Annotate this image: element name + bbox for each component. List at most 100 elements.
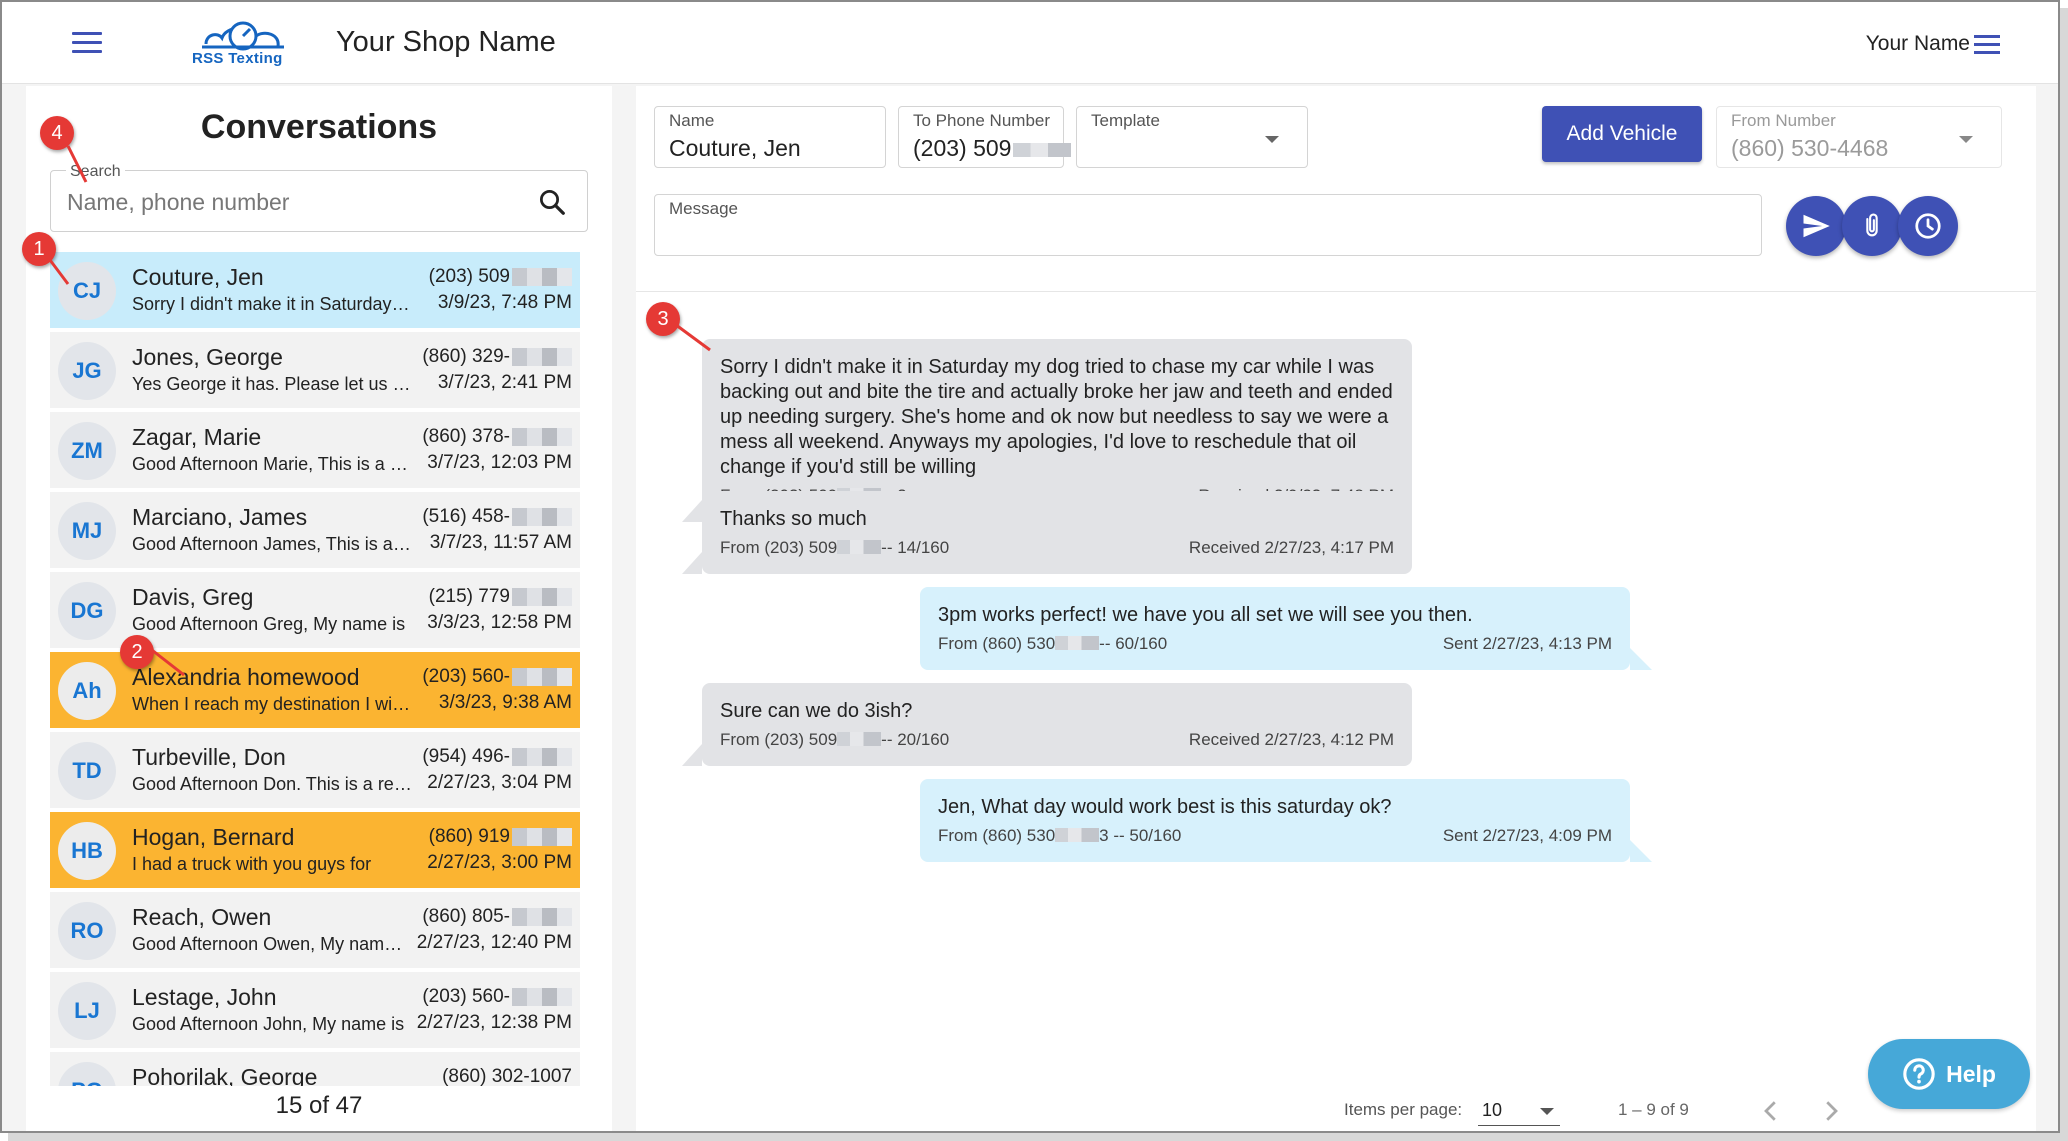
callout-pointer-icon	[147, 645, 185, 677]
main-menu-icon[interactable]	[72, 32, 102, 56]
search-field[interactable]	[50, 170, 588, 232]
logo-text: RSS Texting	[192, 50, 283, 67]
conversation-item[interactable]: CJ Couture, Jen Sorry I didn't make it in …	[50, 252, 580, 328]
message-from: From (860) 530 -- 60/160	[938, 634, 1167, 654]
message-preview: Good Afternoon Don. This is a reminder	[132, 774, 412, 794]
message-from: From (860) 530 3 -- 50/160	[938, 826, 1181, 846]
to-phone-number: (203) 509	[913, 135, 1012, 161]
bubble-tail	[1630, 648, 1652, 670]
conversation-item[interactable]: RO Reach, Owen Good Afternoon Owen, My nam…	[50, 892, 580, 968]
message-preview: When I reach my destination I will call	[132, 694, 412, 714]
contact-phone: (516) 458-	[422, 506, 510, 527]
shop-name: Your Shop Name	[336, 26, 556, 58]
avatar: HB	[58, 822, 116, 880]
user-menu-icon[interactable]	[1974, 35, 2000, 55]
message-text: Jen, What day would work best is this sa…	[938, 796, 1392, 818]
conversations-panel: Conversations Search CJCouture, JenSorry…	[26, 86, 612, 1131]
callout-pointer-icon	[48, 259, 70, 285]
message-status: Received 2/27/23, 4:17 PM	[1188, 538, 1394, 557]
message-label: Message	[669, 199, 738, 218]
redacted-digits	[512, 508, 572, 526]
contact-phone: (860) 302-1007	[442, 1066, 572, 1086]
avatar: MJ	[58, 502, 116, 560]
message-from: From (203) 509 -- 20/160	[720, 730, 949, 750]
conversation-count-current: 15	[275, 1092, 303, 1119]
avatar: ZM	[58, 422, 116, 480]
contact-name: Turbeville, Don	[132, 744, 286, 770]
next-page-icon[interactable]	[1816, 1094, 1846, 1128]
contact-phone: (860) 919	[428, 826, 510, 847]
conversation-count-total: 47	[335, 1092, 363, 1119]
message-preview: I had a truck with you guys for	[132, 854, 372, 874]
top-bar: RSS Texting Your Shop Name Your Name	[2, 2, 2058, 84]
attach-button[interactable]	[1842, 196, 1902, 256]
message-preview: Yes George it has. Please let us know	[132, 374, 412, 394]
send-button[interactable]	[1786, 196, 1846, 256]
from-number-select[interactable]: From Number (860) 530-4468	[1716, 106, 2002, 168]
from-number-dropdown-icon[interactable]	[1959, 136, 1973, 143]
app-window: RSS Texting Your Shop Name Your Name Con…	[0, 0, 2060, 1133]
last-message-date: 3/7/23, 12:03 PM	[427, 452, 572, 473]
page-range: 1 – 9 of 9	[1618, 1100, 1689, 1119]
items-per-page-dropdown-icon	[1540, 1108, 1554, 1115]
contact-phone: (860) 378-	[422, 426, 510, 447]
message-panel: Name Couture, Jen To Phone Number (203) …	[636, 86, 2036, 1131]
to-phone-value: (203) 509	[913, 135, 1072, 162]
search-icon[interactable]	[537, 187, 567, 217]
to-phone-label: To Phone Number	[913, 111, 1051, 130]
from-number-label: From Number	[1731, 111, 1836, 130]
template-dropdown-icon[interactable]	[1265, 136, 1279, 143]
redacted-digits	[512, 668, 572, 686]
name-label: Name	[669, 111, 715, 130]
redacted-digits	[837, 540, 882, 554]
to-phone-field[interactable]: To Phone Number (203) 509	[898, 106, 1072, 168]
avatar: Ah	[58, 662, 116, 720]
message-preview: Good Afternoon Greg, My name is	[132, 614, 406, 634]
user-name[interactable]: Your Name	[1866, 32, 1970, 56]
last-message-date: 2/27/23, 12:38 PM	[416, 1012, 572, 1033]
conversation-item[interactable]: HB Hogan, Bernard I had a truck with you g…	[50, 812, 580, 888]
message-field[interactable]: Message	[654, 194, 1762, 256]
message-from: From (203) 509 -- 14/160	[720, 538, 949, 558]
message-preview: Good Afternoon James, This is a reminder	[132, 534, 412, 554]
conversation-item[interactable]: JG Jones, George Yes George it has. Please…	[50, 332, 580, 408]
callout-4: 4	[40, 116, 88, 183]
received-message: Sure can we do 3ish? From (203) 509 -- 20/…	[682, 683, 1412, 766]
help-label: Help	[1946, 1060, 1996, 1087]
message-length: -- 20/160	[881, 730, 950, 749]
bubble-tail	[682, 552, 702, 574]
help-icon	[1903, 1058, 1935, 1090]
paperclip-icon	[1866, 213, 1878, 237]
contact-name: Couture, Jen	[132, 264, 264, 290]
search-input[interactable]	[67, 185, 507, 219]
contact-phone: (860) 329-	[422, 346, 510, 367]
avatar: JG	[58, 342, 116, 400]
message-length: -- 60/160	[1099, 634, 1168, 653]
contact-phone: (203) 560-	[422, 986, 510, 1007]
help-button[interactable]: Help	[1868, 1039, 2030, 1109]
last-message-date: 2/27/23, 3:00 PM	[427, 852, 572, 873]
conversation-item[interactable]: LJ Lestage, John Good Afternoon John, My n…	[50, 972, 580, 1048]
conversation-item[interactable]: TD Turbeville, Don Good Afternoon Don. Thi…	[50, 732, 580, 808]
schedule-button[interactable]	[1898, 196, 1958, 256]
last-message-date: 3/3/23, 12:58 PM	[427, 612, 572, 633]
conversation-item[interactable]: ZM Zagar, Marie Good Afternoon Marie, This…	[50, 412, 580, 488]
message-preview: Good Afternoon Marie, This is a reminder	[132, 454, 412, 474]
items-per-page-select[interactable]: 10	[1478, 1096, 1560, 1126]
message-from-number: From (203) 509	[720, 538, 838, 557]
from-number-value: (860) 530-4468	[1731, 135, 1889, 161]
add-vehicle-button[interactable]: Add Vehicle	[1542, 106, 1702, 162]
bubble-tail	[682, 500, 702, 522]
redacted-digits	[512, 988, 572, 1006]
contact-name: Lestage, John	[132, 984, 277, 1010]
template-select[interactable]: Template	[1076, 106, 1308, 168]
contact-phone: (860) 805-	[422, 906, 510, 927]
conversation-item[interactable]: PG Pohorilak, George (860) 302-1007	[50, 1052, 580, 1086]
name-field[interactable]: Name Couture, Jen	[654, 106, 886, 168]
previous-page-icon[interactable]	[1756, 1094, 1786, 1128]
callout-pointer-icon	[671, 320, 711, 352]
contact-phone: (203) 560-	[422, 666, 510, 687]
redacted-digits	[512, 828, 572, 846]
avatar: PG	[58, 1062, 116, 1086]
conversation-item[interactable]: MJ Marciano, James Good Afternoon James, T…	[50, 492, 580, 568]
